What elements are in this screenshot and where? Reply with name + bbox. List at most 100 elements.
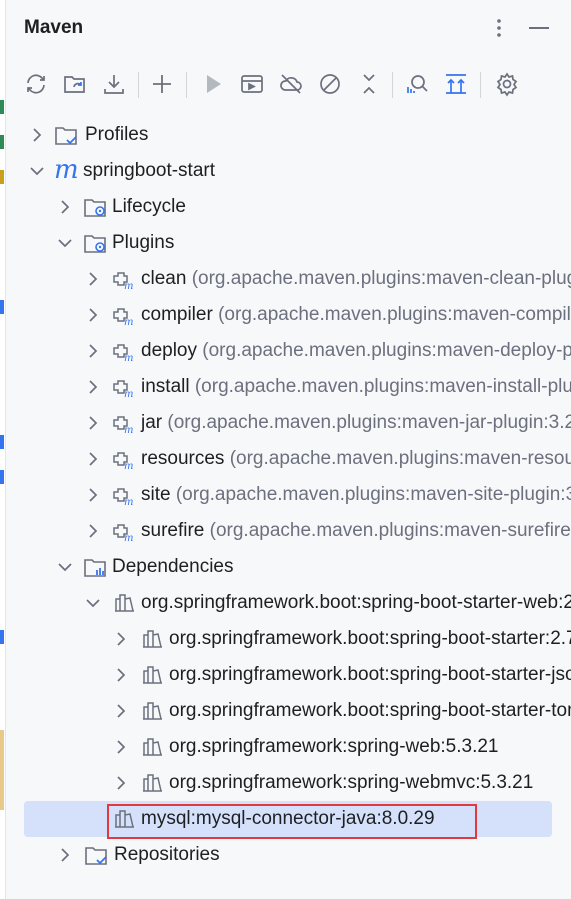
chevron-right-icon[interactable] <box>112 666 130 684</box>
svg-text:m: m <box>124 389 133 398</box>
download-sources-icon[interactable] <box>98 68 130 100</box>
tree-item-label: Dependencies <box>112 556 234 577</box>
plugin-item[interactable]: m resources (org.apache.maven.plugins:ma… <box>6 441 571 477</box>
plugin-name: resources <box>141 448 225 469</box>
settings-icon[interactable] <box>491 68 523 100</box>
reload-all-projects-icon[interactable] <box>20 68 52 100</box>
plugin-detail: (org.apache.maven.plugins:maven-clean-pl… <box>191 268 571 289</box>
dependency-item[interactable]: org.springframework.boot:spring-boot-sta… <box>6 585 571 621</box>
show-dependencies-icon[interactable] <box>440 68 472 100</box>
tree-item-profiles[interactable]: Profiles <box>6 117 571 153</box>
edge-marker <box>0 730 4 810</box>
plugin-item[interactable]: m clean (org.apache.maven.plugins:maven-… <box>6 261 571 297</box>
add-project-icon[interactable] <box>146 68 178 100</box>
lifecycle-folder-icon <box>84 199 106 217</box>
toggle-offline-icon[interactable] <box>275 68 307 100</box>
chevron-right-icon[interactable] <box>84 522 102 540</box>
chevron-right-icon[interactable] <box>84 450 102 468</box>
dependency-label: org.springframework:spring-web:5.3.21 <box>169 736 499 757</box>
analyze-dependencies-icon[interactable] <box>401 68 433 100</box>
collapse-all-icon[interactable] <box>353 68 385 100</box>
plugin-name: clean <box>141 268 187 289</box>
library-icon <box>115 594 134 612</box>
maven-tool-window: Maven Profiles m springboot-start Lifecy… <box>6 0 571 899</box>
svg-text:m: m <box>124 281 133 290</box>
maven-project-icon: m <box>54 155 79 185</box>
more-vertical-icon[interactable] <box>485 14 513 42</box>
plugin-icon: m <box>113 380 133 398</box>
edge-marker <box>0 470 4 484</box>
plugin-icon: m <box>113 272 133 290</box>
tree-item-project[interactable]: m springboot-start <box>6 153 571 189</box>
plugin-name: deploy <box>141 340 197 361</box>
chevron-right-icon[interactable] <box>112 630 130 648</box>
chevron-right-icon[interactable] <box>56 846 74 864</box>
svg-text:m: m <box>124 497 133 506</box>
dependency-label: org.springframework.boot:spring-boot-sta… <box>169 628 571 649</box>
chevron-down-icon[interactable] <box>84 594 102 612</box>
skip-tests-icon[interactable] <box>314 68 346 100</box>
tree-item-lifecycle[interactable]: Lifecycle <box>6 189 571 225</box>
plugin-item[interactable]: m surefire (org.apache.maven.plugins:mav… <box>6 513 571 549</box>
dependency-item[interactable]: org.springframework:spring-webmvc:5.3.21 <box>6 765 571 801</box>
tree-item-label: springboot-start <box>83 160 216 181</box>
toolbar-separator <box>186 72 187 98</box>
chevron-down-icon[interactable] <box>56 558 74 576</box>
chevron-right-icon[interactable] <box>84 270 102 288</box>
toolbar-separator <box>138 72 139 98</box>
plugins-folder-icon <box>84 235 106 253</box>
chevron-right-icon[interactable] <box>112 738 130 756</box>
library-icon <box>143 774 162 792</box>
chevron-right-icon[interactable] <box>84 486 102 504</box>
tree-item-repositories[interactable]: Repositories <box>6 837 571 873</box>
plugin-item[interactable]: m site (org.apache.maven.plugins:maven-s… <box>6 477 571 513</box>
minimize-icon[interactable] <box>525 14 553 42</box>
tree-item-label: Lifecycle <box>112 196 186 217</box>
plugin-item[interactable]: m deploy (org.apache.maven.plugins:maven… <box>6 333 571 369</box>
plugin-detail: (org.apache.maven.plugins:maven-jar-plug… <box>167 412 571 433</box>
dependency-item[interactable]: org.springframework.boot:spring-boot-sta… <box>6 621 571 657</box>
chevron-right-icon[interactable] <box>112 774 130 792</box>
chevron-right-icon[interactable] <box>84 414 102 432</box>
plugin-name: compiler <box>141 304 213 325</box>
execute-goal-icon[interactable] <box>236 68 268 100</box>
dependency-label: org.springframework.boot:spring-boot-sta… <box>169 700 571 721</box>
dependency-label: org.springframework.boot:spring-boot-sta… <box>141 592 571 613</box>
chevron-down-icon[interactable] <box>56 234 74 252</box>
plugin-detail: (org.apache.maven.plugins:maven-site-plu… <box>175 484 571 505</box>
chevron-right-icon[interactable] <box>84 306 102 324</box>
chevron-right-icon[interactable] <box>84 342 102 360</box>
plugin-icon: m <box>113 344 133 362</box>
toolbar-separator <box>392 72 393 98</box>
svg-text:m: m <box>124 461 133 470</box>
edge-marker <box>0 435 4 449</box>
tree-item-dependencies[interactable]: Dependencies <box>6 549 571 585</box>
chevron-right-icon[interactable] <box>28 126 46 144</box>
chevron-right-icon[interactable] <box>112 702 130 720</box>
toolbar-separator <box>480 72 481 98</box>
tree-item-label: Profiles <box>85 124 149 145</box>
dependency-label: org.springframework:spring-webmvc:5.3.21 <box>169 772 534 793</box>
run-goal-icon[interactable] <box>197 68 229 100</box>
generate-sources-icon[interactable] <box>59 68 91 100</box>
edge-marker <box>0 170 4 184</box>
library-icon <box>143 630 162 648</box>
plugin-item[interactable]: m jar (org.apache.maven.plugins:maven-ja… <box>6 405 571 441</box>
panel-title: Maven <box>24 17 84 38</box>
plugin-icon: m <box>113 488 133 506</box>
chevron-right-icon[interactable] <box>84 378 102 396</box>
dependency-item[interactable]: org.springframework.boot:spring-boot-sta… <box>6 657 571 693</box>
plugin-item[interactable]: m compiler (org.apache.maven.plugins:mav… <box>6 297 571 333</box>
chevron-down-icon[interactable] <box>28 162 46 180</box>
chevron-right-icon[interactable] <box>56 198 74 216</box>
edge-marker <box>0 135 4 149</box>
tree-item-label: Repositories <box>114 844 220 865</box>
plugin-icon: m <box>113 416 133 434</box>
library-icon <box>143 666 162 684</box>
edge-marker <box>0 630 4 644</box>
dependency-item[interactable]: org.springframework.boot:spring-boot-sta… <box>6 693 571 729</box>
plugin-item[interactable]: m install (org.apache.maven.plugins:mave… <box>6 369 571 405</box>
tree-item-plugins[interactable]: Plugins <box>6 225 571 261</box>
plugin-detail: (org.apache.maven.plugins:maven-deploy-p… <box>202 340 571 361</box>
dependency-item[interactable]: org.springframework:spring-web:5.3.21 <box>6 729 571 765</box>
